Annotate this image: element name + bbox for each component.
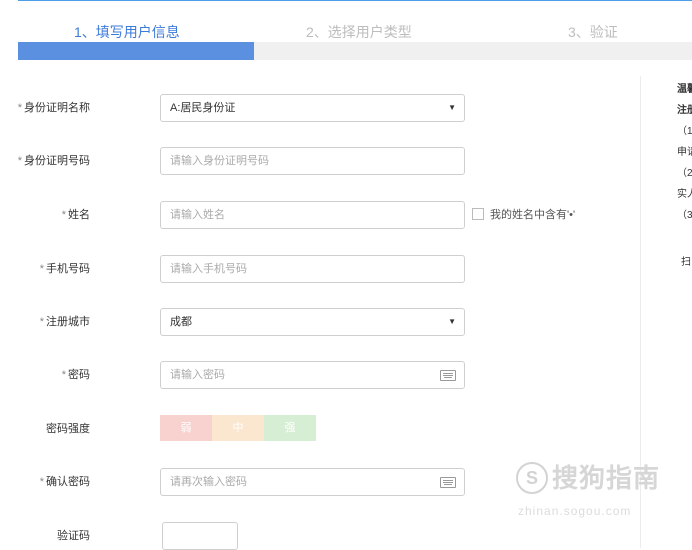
form-row-id-type: * 身份证明名称 A:居民身份证 ▼ (0, 94, 640, 122)
id-number-placeholder: 请输入身份证明号码 (170, 155, 269, 167)
name-placeholder: 请输入姓名 (170, 209, 225, 221)
name-dot-label: 我的姓名中含有'•' (490, 209, 576, 221)
form-row-id-number: * 身份证明号码 请输入身份证明号码 (0, 147, 640, 175)
name-dot-checkbox[interactable] (472, 208, 484, 221)
city-selected-value: 成都 (170, 316, 192, 328)
id-number-label: * 身份证明号码 (17, 155, 90, 167)
step-progress-fill (18, 42, 254, 60)
name-label: * 姓名 (61, 209, 90, 221)
registration-steps: 1、填写用户信息 2、选择用户类型 3、验证 (18, 20, 692, 60)
phone-placeholder: 请输入手机号码 (170, 263, 247, 275)
confirm-password-placeholder: 请再次输入密码 (170, 476, 247, 488)
password-input[interactable]: 请输入密码 (160, 361, 465, 389)
id-type-select[interactable]: A:居民身份证 ▼ (160, 94, 465, 122)
tips-line: 注册 (677, 105, 692, 116)
form-row-city: * 注册城市 成都 ▼ (0, 308, 640, 336)
tips-panel: 温馨 注册 （1 申请 （2 实人 （3 扫 (677, 80, 692, 274)
name-contains-dot-option[interactable]: 我的姓名中含有'•' (472, 201, 575, 229)
tips-line: 申请 (677, 147, 692, 158)
id-type-label: * 身份证明名称 (17, 102, 90, 114)
password-strength-label: 密码强度 (46, 423, 90, 435)
captcha-label: 验证码 (57, 530, 90, 542)
phone-input[interactable]: 请输入手机号码 (160, 255, 465, 283)
password-label: * 密码 (61, 369, 90, 381)
tips-line: 实人 (677, 189, 692, 200)
confirm-password-input[interactable]: 请再次输入密码 (160, 468, 465, 496)
form-row-password: * 密码 请输入密码 (0, 361, 640, 389)
chevron-down-icon: ▼ (448, 103, 456, 112)
strength-medium-segment: 中 (212, 415, 264, 441)
city-label: * 注册城市 (39, 316, 90, 328)
form-row-password-strength: 密码强度 弱 中 强 (0, 415, 640, 443)
step-2-select-type: 2、选择用户类型 (306, 24, 412, 40)
step-progress-track (18, 42, 692, 60)
keyboard-icon[interactable] (440, 370, 456, 381)
sogou-logo-icon: S (516, 462, 548, 494)
phone-label: * 手机号码 (39, 263, 90, 275)
tips-line: （2 (677, 168, 692, 179)
strength-strong-segment: 强 (264, 415, 316, 441)
city-select[interactable]: 成都 ▼ (160, 308, 465, 336)
name-input[interactable]: 请输入姓名 (160, 201, 465, 229)
watermark-title: 搜狗指南 (552, 463, 661, 493)
tips-line: （1 (677, 126, 692, 137)
confirm-password-label: * 确认密码 (39, 476, 90, 488)
password-placeholder: 请输入密码 (170, 369, 225, 381)
strength-weak-segment: 弱 (160, 415, 212, 441)
tips-line: （3 (677, 210, 692, 221)
step-1-fill-info: 1、填写用户信息 (74, 24, 180, 40)
tips-line: 扫 (681, 257, 691, 268)
captcha-input[interactable] (162, 522, 238, 550)
form-row-captcha: 验证码 (0, 522, 640, 550)
id-type-selected-value: A:居民身份证 (170, 102, 236, 114)
top-border-line (18, 0, 692, 1)
form-row-name: * 姓名 请输入姓名 我的姓名中含有'•' (0, 201, 640, 229)
form-row-phone: * 手机号码 请输入手机号码 (0, 255, 640, 283)
watermark-url: zhinan.sogou.com (518, 504, 632, 518)
step-3-verify: 3、验证 (568, 24, 618, 40)
id-number-input[interactable]: 请输入身份证明号码 (160, 147, 465, 175)
keyboard-icon[interactable] (440, 477, 456, 488)
tips-line: 温馨 (677, 84, 692, 95)
chevron-down-icon: ▼ (448, 317, 456, 326)
